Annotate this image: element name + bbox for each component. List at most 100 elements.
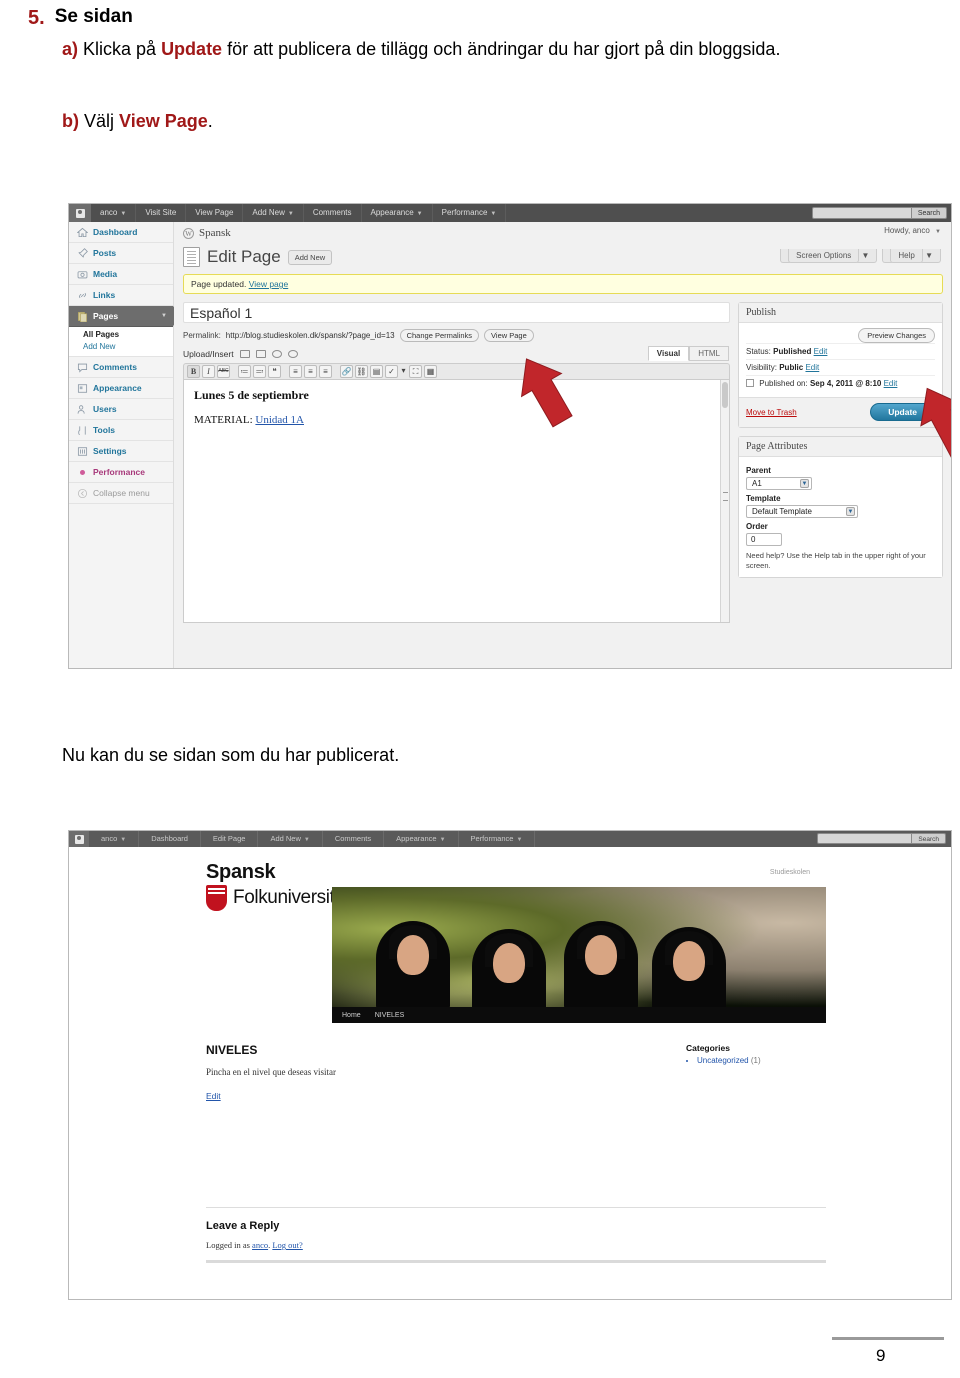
- parent-select[interactable]: A1 ▼: [746, 477, 812, 490]
- sidebar-item-media[interactable]: Media: [69, 264, 173, 285]
- ordered-list-icon[interactable]: ≕: [253, 365, 266, 378]
- logged-in-user-link[interactable]: anco: [252, 1240, 268, 1250]
- adminbar-item-appearance[interactable]: Appearance ▼: [362, 204, 433, 222]
- fullscreen-icon[interactable]: ⛶: [409, 365, 422, 378]
- spellcheck-icon[interactable]: ✓: [385, 365, 398, 378]
- search-button[interactable]: Search: [912, 833, 946, 844]
- published-value: Sep 4, 2011 @ 8:10: [809, 379, 882, 388]
- screen-options-tab[interactable]: Screen Options ▼: [780, 249, 878, 263]
- add-video-icon[interactable]: [255, 350, 266, 358]
- nav-item-niveles[interactable]: NIVELES: [375, 1012, 405, 1019]
- sidebar-item-posts[interactable]: Posts: [69, 243, 173, 264]
- add-new-button[interactable]: Add New: [287, 249, 333, 265]
- adminbar-item-visit-site[interactable]: Visit Site: [136, 204, 187, 222]
- nav-item-home[interactable]: Home: [342, 1012, 361, 1019]
- chevron-down-icon[interactable]: ▾: [400, 365, 407, 378]
- insert-link-icon[interactable]: 🔗: [340, 365, 353, 378]
- sidebar-item-links[interactable]: Links: [69, 285, 173, 306]
- blockquote-icon[interactable]: ❝: [268, 365, 281, 378]
- add-audio-icon[interactable]: [271, 350, 282, 358]
- sidebar-collapse-menu[interactable]: Collapse menu: [69, 483, 173, 504]
- visibility-edit-link[interactable]: Edit: [805, 363, 819, 372]
- unordered-list-icon[interactable]: ≔: [238, 365, 251, 378]
- change-permalinks-button[interactable]: Change Permalinks: [399, 329, 480, 342]
- editor-scrollbar[interactable]: [720, 380, 729, 622]
- search-button[interactable]: Search: [911, 207, 947, 219]
- tab-html[interactable]: HTML: [689, 346, 729, 361]
- collapse-icon: [77, 488, 88, 498]
- divider: [206, 1260, 826, 1263]
- strikethrough-icon[interactable]: ABC: [217, 365, 230, 378]
- sidebar-item-tools[interactable]: Tools: [69, 420, 173, 441]
- scrollbar-thumb[interactable]: [722, 382, 728, 408]
- adminbar-item-add-new[interactable]: Add New ▼: [243, 204, 304, 222]
- adminbar-item-comments[interactable]: Comments: [304, 204, 362, 222]
- category-list-item[interactable]: Uncategorized (1): [697, 1056, 826, 1065]
- notice-text: Page updated.: [191, 279, 247, 289]
- order-input[interactable]: 0: [746, 533, 782, 546]
- status-edit-link[interactable]: Edit: [814, 347, 828, 356]
- template-select[interactable]: Default Template ▼: [746, 505, 858, 518]
- adminbar-search[interactable]: Search: [811, 207, 947, 219]
- adminbar-user[interactable]: anco ▼: [91, 204, 137, 222]
- bold-icon[interactable]: B: [187, 365, 200, 378]
- view-page-button[interactable]: View Page: [484, 329, 534, 342]
- howdy-greeting[interactable]: Howdy, anco ▼: [884, 226, 941, 235]
- adminbar-item-performance[interactable]: Performance ▼: [433, 204, 507, 222]
- add-image-icon[interactable]: [239, 350, 250, 358]
- sidebar-label: Tools: [93, 425, 116, 435]
- align-left-icon[interactable]: ≡: [289, 365, 302, 378]
- align-right-icon[interactable]: ≡: [319, 365, 332, 378]
- wordpress-avatar-icon[interactable]: [69, 831, 89, 847]
- submenu-item-all-pages[interactable]: All Pages: [83, 329, 173, 341]
- adminbar2-item-comments[interactable]: Comments: [323, 831, 385, 847]
- adminbar-item-view-page[interactable]: View Page: [186, 204, 244, 222]
- updated-notice: Page updated. View page: [183, 274, 943, 294]
- editor-content-area[interactable]: Lunes 5 de septiembre MATERIAL: Unidad 1…: [183, 380, 730, 623]
- sidebar-item-pages[interactable]: Pages ▼: [69, 306, 181, 327]
- sidebar-item-appearance[interactable]: Appearance: [69, 378, 173, 399]
- editor-link-unidad[interactable]: Unidad 1A: [255, 414, 304, 426]
- edit-link[interactable]: Edit: [206, 1091, 221, 1101]
- adminbar2-item-add-new[interactable]: Add New ▼: [258, 831, 323, 847]
- italic-icon[interactable]: I: [202, 365, 215, 378]
- adminbar2-item-edit-page[interactable]: Edit Page: [201, 831, 259, 847]
- align-center-icon[interactable]: ≡: [304, 365, 317, 378]
- help-tab[interactable]: Help ▼: [882, 249, 941, 263]
- tab-visual[interactable]: Visual: [647, 346, 690, 361]
- kitchen-sink-icon[interactable]: ▦: [424, 365, 437, 378]
- add-media-icon[interactable]: [287, 350, 298, 358]
- logout-link[interactable]: Log out?: [272, 1240, 302, 1250]
- adminbar2-item-appearance[interactable]: Appearance ▼: [384, 831, 459, 847]
- sidebar-item-settings[interactable]: Settings: [69, 441, 173, 462]
- more-tag-icon[interactable]: ▤: [370, 365, 383, 378]
- leave-a-reply-section: Leave a Reply Logged in as anco. Log out…: [206, 1207, 826, 1263]
- sidebar-label: Media: [93, 269, 118, 279]
- sidebar-item-users[interactable]: Users: [69, 399, 173, 420]
- brand-line-1: Spansk: [206, 861, 276, 883]
- paragraph-a: a) Klicka på Update för att publicera de…: [62, 36, 898, 64]
- wordpress-avatar-icon[interactable]: [69, 204, 91, 222]
- unlink-icon[interactable]: ⛓: [355, 365, 368, 378]
- search-input[interactable]: [811, 207, 912, 219]
- submenu-item-add-new[interactable]: Add New: [83, 341, 173, 353]
- sidebar-item-comments[interactable]: Comments: [69, 357, 173, 378]
- view-page-notice-link[interactable]: View page: [249, 279, 289, 289]
- published-edit-link[interactable]: Edit: [884, 379, 898, 388]
- site-navigation: Home NIVELES: [332, 1007, 826, 1023]
- preview-changes-button[interactable]: Preview Changes: [858, 328, 935, 343]
- site-title-text: Spansk: [199, 227, 231, 239]
- search-input[interactable]: [817, 833, 913, 844]
- adminbar2-search[interactable]: Search: [817, 833, 946, 844]
- sidebar-item-dashboard[interactable]: Dashboard: [69, 222, 173, 243]
- publish-metabox-footer: Move to Trash Update: [739, 397, 942, 427]
- adminbar2-item-dashboard[interactable]: Dashboard: [139, 831, 201, 847]
- post-title-input[interactable]: Español 1: [183, 302, 730, 323]
- chevron-down-icon: ▼: [490, 211, 497, 217]
- sidebar-item-performance[interactable]: Performance: [69, 462, 173, 483]
- move-to-trash-link[interactable]: Move to Trash: [746, 408, 797, 417]
- admin-bar: anco ▼ Visit Site View Page Add New ▼ Comm…: [69, 204, 951, 222]
- adminbar2-user[interactable]: anco ▼: [89, 831, 140, 847]
- content-paragraph: Pincha en el nivel que deseas visitar: [206, 1067, 336, 1077]
- adminbar2-item-performance[interactable]: Performance ▼: [459, 831, 536, 847]
